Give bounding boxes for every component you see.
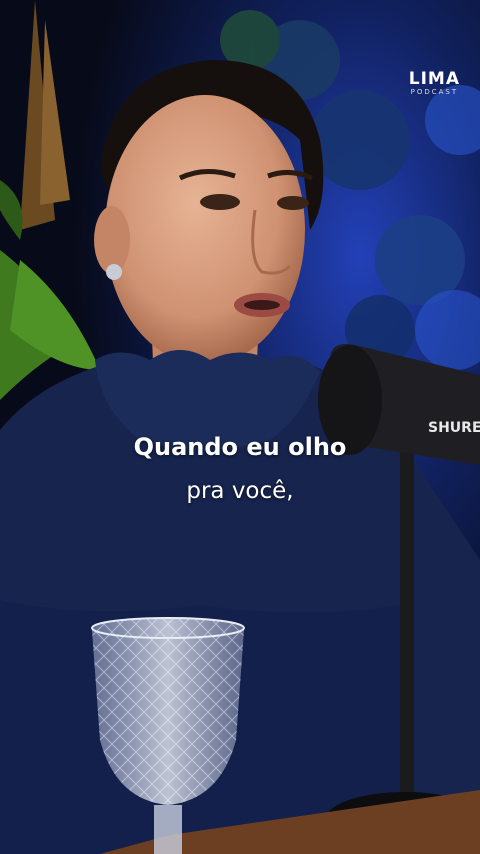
podcast-scene: SHURE	[0, 0, 480, 854]
logo-wordmark: LIMA	[408, 69, 460, 89]
subtitle-line-1: Quando eu olho	[133, 433, 347, 461]
subtitle-line-2: pra você,	[186, 478, 294, 504]
video-frame: SHURE LIMA PODCAST Quando eu olho pra vo…	[0, 0, 480, 854]
left-eye	[200, 194, 240, 210]
face	[105, 95, 305, 365]
earring	[106, 264, 122, 280]
ear	[94, 206, 130, 274]
lima-podcast-logo: LIMA PODCAST	[409, 70, 460, 97]
right-eye	[277, 196, 309, 210]
logo-subtitle: PODCAST	[410, 88, 459, 96]
